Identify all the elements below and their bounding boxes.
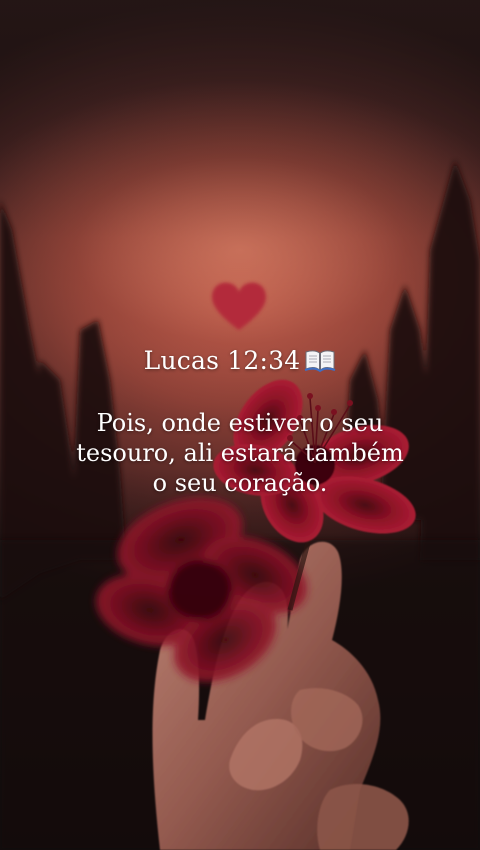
verse-reference: Lucas 12:34 bbox=[0, 346, 480, 379]
verse-line: Pois, onde estiver o seu bbox=[96, 409, 384, 437]
reference-text: Lucas 12:34 bbox=[143, 346, 301, 375]
verse-text: Pois, onde estiver o seu tesouro, ali es… bbox=[0, 408, 480, 498]
verse-line: o seu coração. bbox=[152, 469, 328, 497]
open-book-icon bbox=[304, 349, 336, 379]
background-photo: Lucas 12:34 Pois, onde estiver o seu tes… bbox=[0, 0, 480, 850]
verse-line: tesouro, ali estará também bbox=[76, 439, 404, 467]
